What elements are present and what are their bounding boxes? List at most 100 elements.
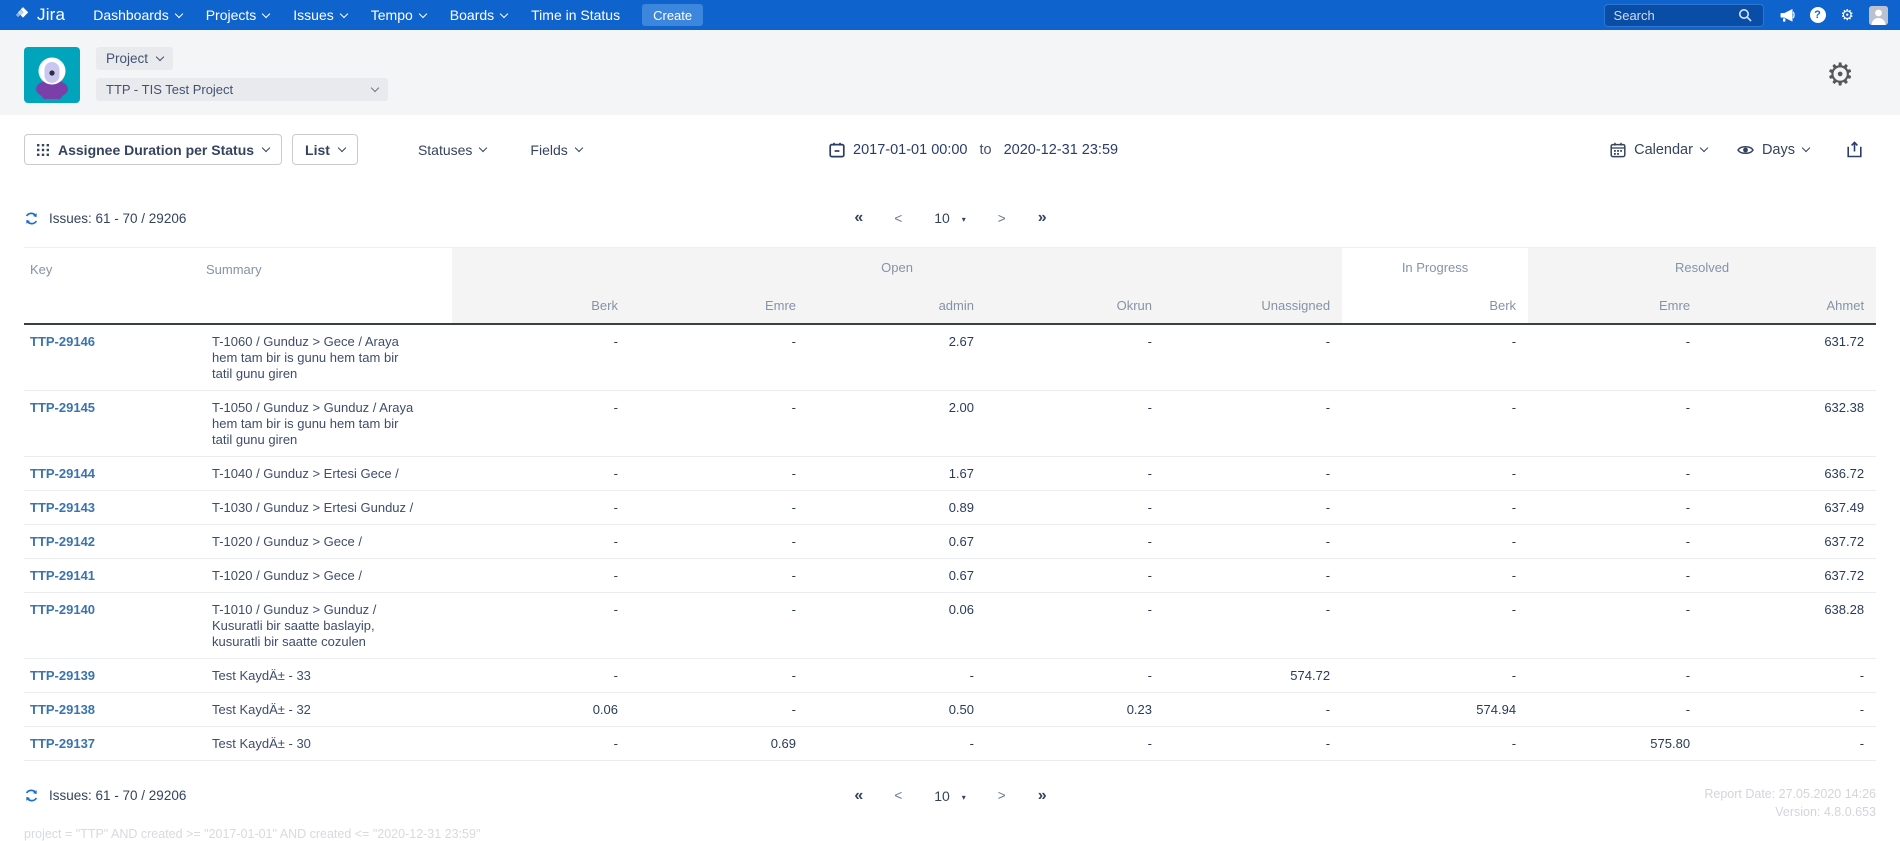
issue-key-link[interactable]: TTP-29137 [30,736,95,751]
pagination-prev-button[interactable]: < [894,788,902,803]
calendar-type-label: Calendar [1634,142,1693,158]
duration-cell: - [1164,456,1342,490]
help-icon[interactable]: ? [1810,7,1826,23]
issue-key-link[interactable]: TTP-29141 [30,568,95,583]
calendar-type-dropdown[interactable]: Calendar [1610,142,1707,158]
nav-item-label: Tempo [371,7,413,23]
search-icon[interactable] [1738,8,1752,22]
issue-key-link[interactable]: TTP-29146 [30,334,95,349]
issue-key-cell: TTP-29140 [24,592,200,658]
pagination-last-button[interactable]: » [1038,209,1046,227]
duration-cell: - [986,390,1164,456]
issue-summary-cell: Test KaydÄ± - 30 [200,726,452,760]
duration-cell: 574.72 [1164,658,1342,692]
project-select[interactable]: TTP - TIS Test Project [96,78,388,101]
duration-cell: - [1702,692,1876,726]
pagination-prev-button[interactable]: < [894,211,902,226]
search-box[interactable] [1604,4,1764,27]
duration-cell: - [1342,456,1528,490]
pagination-next-button[interactable]: > [998,211,1006,226]
duration-cell: - [452,490,630,524]
nav-item-issues[interactable]: Issues [281,0,358,30]
duration-cell: - [452,726,630,760]
duration-cell: 638.28 [1702,592,1876,658]
fields-dropdown[interactable]: Fields [530,142,581,158]
issue-key-link[interactable]: TTP-29144 [30,466,95,481]
refresh-icon[interactable] [24,211,39,226]
scope-selector-button[interactable]: Project [96,47,173,70]
jira-logo-text: Jira [37,5,65,25]
duration-cell: - [630,524,808,558]
assignee-column-header: Berk [452,288,630,324]
issue-key-link[interactable]: TTP-29142 [30,534,95,549]
calendar-grid-icon [1610,142,1626,158]
duration-cell: - [452,324,630,391]
issue-summary-cell: Test KaydÄ± - 33 [200,658,452,692]
nav-item-projects[interactable]: Projects [194,0,282,30]
user-avatar[interactable] [1869,6,1888,25]
pagination-next-button[interactable]: > [998,788,1006,803]
nav-item-label: Projects [206,7,257,23]
report-type-dropdown[interactable]: Assignee Duration per Status [24,134,282,165]
chevron-down-icon [174,9,182,17]
view-mode-label: List [305,142,330,158]
report-settings-gear-icon[interactable]: ⚙ [1826,60,1854,91]
issue-key-link[interactable]: TTP-29140 [30,602,95,617]
assignee-column-header: Berk [1342,288,1528,324]
duration-cell: 0.23 [986,692,1164,726]
duration-cell: - [452,558,630,592]
create-button[interactable]: Create [642,4,703,26]
chevron-down-icon [1700,144,1708,152]
nav-item-boards[interactable]: Boards [438,0,519,30]
nav-item-tempo[interactable]: Tempo [359,0,438,30]
nav-item-label: Issues [293,7,333,23]
pagination-page-size-select[interactable]: 10 ▾ [934,210,966,226]
jira-logo[interactable]: Jira [14,5,65,25]
nav-item-label: Boards [450,7,494,23]
issue-key-link[interactable]: TTP-29143 [30,500,95,515]
announcement-icon[interactable] [1779,8,1795,23]
statuses-dropdown[interactable]: Statuses [418,142,486,158]
duration-cell: - [1164,558,1342,592]
date-range-picker[interactable]: 2017-01-01 00:00 to 2020-12-31 23:59 [829,134,1118,165]
key-column-header: Key [24,248,200,324]
duration-cell: - [1528,692,1702,726]
search-input[interactable] [1612,7,1738,24]
duration-cell: - [452,524,630,558]
project-avatar [24,47,80,103]
report-date: Report Date: 27.05.2020 14:26 [1704,785,1876,803]
chevron-down-icon [340,9,348,17]
duration-cell: - [630,390,808,456]
duration-cell: - [452,592,630,658]
pagination-first-button[interactable]: « [854,787,862,805]
duration-cell: - [1342,558,1528,592]
table-row: TTP-29139Test KaydÄ± - 33----574.72--- [24,658,1876,692]
pagination-last-button[interactable]: » [1038,787,1046,805]
pagination-first-button[interactable]: « [854,209,862,227]
report-type-label: Assignee Duration per Status [58,142,254,158]
export-icon[interactable] [1847,141,1862,158]
pagination-page-size-select[interactable]: 10 ▾ [934,788,966,804]
nav-item-time-in-status[interactable]: Time in Status [519,0,632,30]
issue-key-link[interactable]: TTP-29138 [30,702,95,717]
duration-cell: - [1164,324,1342,391]
duration-cell: - [1528,456,1702,490]
duration-cell: 632.38 [1702,390,1876,456]
nav-item-dashboards[interactable]: Dashboards [81,0,194,30]
view-mode-dropdown[interactable]: List [292,134,358,165]
unit-dropdown[interactable]: Days [1737,142,1809,158]
issue-summary-cell: T-1040 / Gunduz > Ertesi Gece / [200,456,452,490]
chevron-down-icon [575,144,583,152]
pagination-bottom: « < 10 ▾ > » [854,787,1045,805]
duration-cell: 637.49 [1702,490,1876,524]
calendar-icon [829,142,845,158]
caret-down-icon: ▾ [962,793,966,802]
refresh-icon[interactable] [24,788,39,803]
issue-summary: T-1060 / Gunduz > Gece / Araya hem tam b… [212,334,399,381]
issue-key-link[interactable]: TTP-29139 [30,668,95,683]
duration-cell: 636.72 [1702,456,1876,490]
issue-key-link[interactable]: TTP-29145 [30,400,95,415]
chevron-down-icon [262,9,270,17]
admin-gear-icon[interactable]: ⚙ [1841,8,1854,23]
issue-key-cell: TTP-29143 [24,490,200,524]
